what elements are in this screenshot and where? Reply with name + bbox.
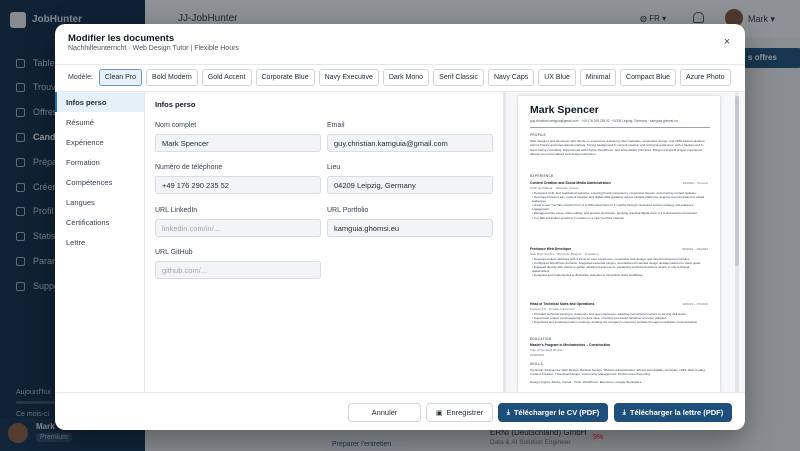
- edit-documents-modal: Modifier les documents Nachhilfeunterric…: [55, 24, 745, 430]
- cv-job-org: CMD Gulf Bazar · Toulouse, France: [530, 186, 579, 190]
- cv-job-org: Kamtel LLC · Douala, Cameroon: [530, 307, 575, 311]
- nav-item-certifications[interactable]: Certifications: [55, 212, 144, 232]
- linkedin-label: URL LinkedIn: [155, 207, 198, 214]
- cv-bullet: Grew a new YouTube channel from 0 to 600…: [532, 203, 706, 211]
- cv-job-bullets: Provided technical training to customers…: [532, 312, 706, 324]
- template-selector: Modèle: Clean Pro Bold Modern Gold Accen…: [68, 69, 731, 86]
- section-title: Infos perso: [155, 100, 196, 109]
- nav-item-resume[interactable]: Résumé: [55, 112, 144, 132]
- cv-job-date: 10/2019 – 07/2020: [682, 302, 708, 306]
- cv-bullet: Developed banner ads, content creation a…: [532, 195, 706, 203]
- cancel-label: Annuler: [371, 408, 398, 417]
- cv-section-heading: EXPERIENCE: [530, 174, 554, 178]
- preview-scrollbar-thumb[interactable]: [735, 96, 739, 266]
- cv-education-school: Vrije Universiteit Brussel: [530, 348, 564, 352]
- phone-label: Numéro de téléphone: [155, 164, 223, 171]
- nav-item-langues[interactable]: Langues: [55, 192, 144, 212]
- template-ux-blue[interactable]: UX Blue: [538, 69, 576, 86]
- cv-job-date: 08/2021 – 04/2024: [682, 247, 708, 251]
- download-letter-label: Télécharger la lettre (PDF): [629, 408, 724, 417]
- email-label: Email: [327, 122, 345, 129]
- cv-bullet: Managed entire setup, video editing, and…: [532, 211, 706, 215]
- close-icon[interactable]: ×: [721, 36, 733, 48]
- template-minimal[interactable]: Minimal: [579, 69, 617, 86]
- nav-item-experience[interactable]: Expérience: [55, 132, 144, 152]
- cv-profile-text: Web designer and developer with hands-on…: [530, 139, 705, 156]
- linkedin-field[interactable]: [155, 219, 321, 237]
- template-compact-blue[interactable]: Compact Blue: [620, 69, 676, 86]
- location-label: Lieu: [327, 164, 341, 171]
- cancel-button[interactable]: Annuler: [348, 403, 421, 422]
- template-bold-modern[interactable]: Bold Modern: [146, 69, 198, 86]
- email-field[interactable]: [327, 134, 493, 152]
- save-icon: ▣: [435, 409, 443, 417]
- divider: [530, 127, 710, 128]
- cv-bullet: Engaged directly with clients to gather …: [532, 265, 706, 273]
- cv-job-bullets: Designed, built, and maintained websites…: [532, 191, 706, 220]
- location-field[interactable]: [327, 176, 493, 194]
- cv-bullet: Designed and implemented to illustration…: [532, 273, 706, 277]
- phone-field[interactable]: [155, 176, 321, 194]
- cv-bullet: Organised and conducted client meetings,…: [532, 320, 706, 324]
- cv-section-heading: SKILLS: [530, 362, 544, 366]
- personal-info-form: Infos perso Nom complet Email Numéro de …: [155, 92, 505, 392]
- download-cv-label: Télécharger le CV (PDF): [513, 408, 600, 417]
- save-button[interactable]: ▣ Enregistrer: [426, 403, 493, 422]
- download-cv-button[interactable]: ⤓ Télécharger le CV (PDF): [498, 403, 608, 422]
- cv-preview: Mark Spencer guy.christian.kamguia@gmail…: [505, 92, 745, 392]
- nav-item-formation[interactable]: Formation: [55, 152, 144, 172]
- cv-section-heading: PROFILE: [530, 133, 546, 137]
- template-clean-pro[interactable]: Clean Pro: [98, 69, 143, 86]
- cv-section-heading: EDUCATION: [530, 337, 552, 341]
- cv-skills-text: Design: Figma, Adobe, Canva · Tools: Wor…: [530, 380, 642, 384]
- cv-bullet: 5 to 600 subscriber growth in 4 months o…: [532, 216, 706, 220]
- nav-item-lettre[interactable]: Lettre: [55, 232, 144, 252]
- github-field[interactable]: [155, 261, 321, 279]
- cv-contact: guy.christian.kamguia@gmail.com · +49 17…: [530, 119, 678, 123]
- template-gold-accent[interactable]: Gold Accent: [201, 69, 252, 86]
- nav-item-competences[interactable]: Compétences: [55, 172, 144, 192]
- portfolio-field[interactable]: [327, 219, 493, 237]
- cv-skills-text: Technical: Responsive Web Design, Websit…: [530, 368, 706, 377]
- template-dark-mono[interactable]: Dark Mono: [382, 69, 430, 86]
- cv-education-degree: Master's Program in Mechatronics – Const…: [530, 343, 611, 347]
- template-navy-executive[interactable]: Navy Executive: [318, 69, 379, 86]
- cv-job-date: 12/2022 – Present: [682, 181, 708, 185]
- template-label: Modèle:: [68, 74, 93, 81]
- divider: [55, 392, 745, 393]
- cv-job-bullets: Developed client websites with a focus o…: [532, 257, 706, 277]
- download-letter-button[interactable]: ⤓ Télécharger la lettre (PDF): [614, 403, 732, 422]
- divider: [55, 64, 745, 65]
- full-name-field[interactable]: [155, 134, 321, 152]
- template-corporate-blue[interactable]: Corporate Blue: [255, 69, 315, 86]
- download-icon: ⤓: [506, 408, 510, 416]
- modal-title: Modifier les documents: [68, 33, 175, 44]
- github-label: URL GitHub: [155, 249, 193, 256]
- cv-name: Mark Spencer: [530, 104, 599, 116]
- template-navy-caps[interactable]: Navy Caps: [487, 69, 535, 86]
- download-icon: ⤓: [622, 408, 626, 416]
- cv-page: Mark Spencer guy.christian.kamguia@gmail…: [518, 96, 720, 392]
- portfolio-label: URL Portfolio: [327, 207, 369, 214]
- section-nav: Infos perso Résumé Expérience Formation …: [55, 92, 145, 392]
- template-azure-photo[interactable]: Azure Photo: [680, 69, 731, 86]
- save-label: Enregistrer: [446, 408, 484, 417]
- cv-education-year: 2018/2021: [530, 353, 545, 357]
- modal-subtitle: Nachhilfeunterricht · Web Design Tutor |…: [68, 45, 239, 52]
- template-serif-classic[interactable]: Serif Classic: [433, 69, 484, 86]
- nav-item-infos-perso[interactable]: Infos perso: [55, 92, 144, 112]
- cv-job-org: Sale Web Service · Brussels, Belgium · F…: [530, 252, 599, 256]
- full-name-label: Nom complet: [155, 122, 197, 129]
